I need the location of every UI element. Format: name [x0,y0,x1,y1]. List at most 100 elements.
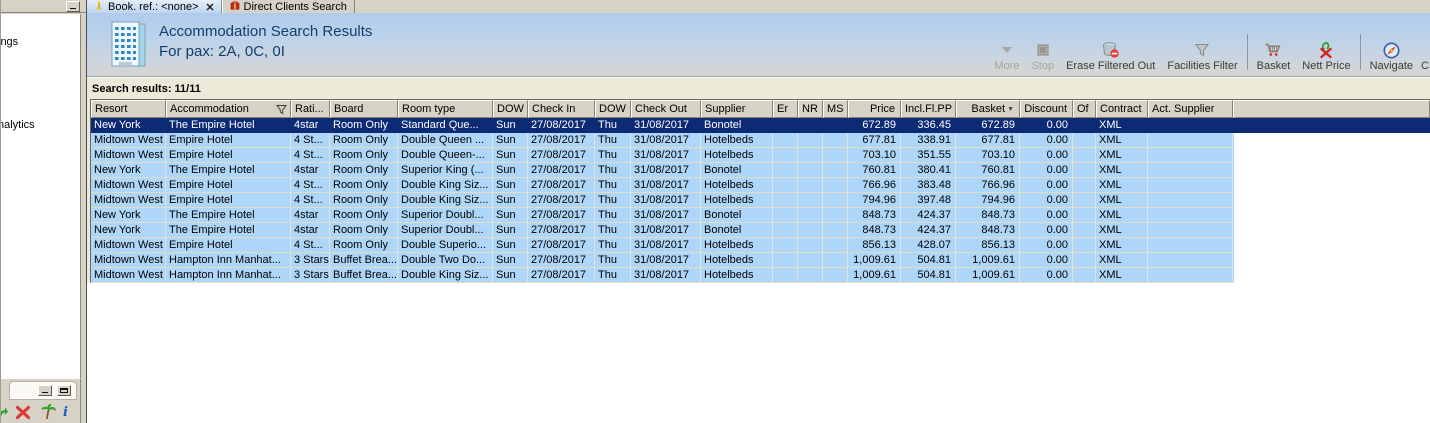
cell-of-17 [1073,163,1096,178]
red-x-icon[interactable] [15,405,31,420]
cell-basket-15: 677.81 [956,133,1020,148]
cell-board-3: Room Only [330,118,398,133]
basket-cart-icon [1264,41,1283,59]
cell-check-out-8: 31/08/2017 [631,223,701,238]
cell-supplier-9: Bonotel [701,163,773,178]
cell-board-3: Room Only [330,148,398,163]
cell-contract-18: XML [1096,268,1148,283]
cell-basket-15: 794.96 [956,193,1020,208]
cell-act-supplier-19 [1148,253,1233,268]
cell-contract-18: XML [1096,253,1148,268]
cell-accommodation-1: Empire Hotel [166,193,291,208]
column-header-contract-18[interactable]: Contract [1096,100,1148,118]
column-header-incl-fl-pp-14[interactable]: Incl.Fl.PP [901,100,956,118]
table-row[interactable]: Midtown West Empire Hotel 4 St... Room Only… [91,133,1234,148]
erase-filtered-out-button[interactable]: Erase Filtered Out [1060,39,1161,73]
column-header-check-out-8[interactable]: Check Out [631,100,701,118]
column-header-supplier-9[interactable]: Supplier [701,100,773,118]
page-title: Accommodation Search Results [159,23,373,40]
toolbar-button-label: Basket [1256,60,1291,72]
column-header-ms-12[interactable]: MS [823,100,848,118]
cell-basket-15: 672.89 [956,118,1020,133]
cell-rati-2: 3 Stars [291,268,330,283]
table-row[interactable]: New York The Empire Hotel 4star Room Only Su… [91,223,1234,238]
panel-maximize-button[interactable] [57,385,71,396]
table-row[interactable]: Midtown West Empire Hotel 4 St... Room Only… [91,238,1234,253]
cell-dow-7: Thu [595,208,631,223]
column-header-discount-16[interactable]: Discount [1020,100,1073,118]
cell-ms-12 [823,133,848,148]
navigate-button[interactable]: Navigate [1364,39,1419,73]
clipped-button[interactable]: C [1419,58,1430,73]
cell-rati-2: 4 St... [291,133,330,148]
column-header-resort-0[interactable]: Resort [91,100,166,118]
cell-resort-0: Midtown West [91,238,166,253]
column-header-of-17[interactable]: Of [1073,100,1096,118]
column-header-act-supplier-19[interactable]: Act. Supplier [1148,100,1233,118]
cell-accommodation-1: Empire Hotel [166,238,291,253]
table-row[interactable]: New York The Empire Hotel 4star Room Only St… [91,118,1430,133]
cell-supplier-9: Hotelbeds [701,238,773,253]
cell-ms-12 [823,268,848,283]
cell-er-10 [773,133,798,148]
cell-board-3: Room Only [330,223,398,238]
sidebar-collapse-button[interactable] [66,1,80,12]
cell-dow-7: Thu [595,118,631,133]
grid-body: New York The Empire Hotel 4star Room Only St… [91,118,1430,283]
minimize-icon [42,392,48,393]
column-header-basket-15[interactable]: Basket ▼ [956,100,1020,118]
cell-supplier-9: Hotelbeds [701,193,773,208]
left-sidebar: ings nalytics i [1,0,86,423]
tab-direct-clients-search[interactable]: Direct Clients Search [221,0,355,13]
facilities-filter-button[interactable]: Facilities Filter [1161,39,1243,73]
sidebar-item-bookings[interactable]: ings [1,36,18,48]
table-row[interactable]: Midtown West Empire Hotel 4 St... Room Only… [91,148,1234,163]
panel-minimize-button[interactable] [38,385,52,396]
column-header-room-type-4[interactable]: Room type [398,100,493,118]
sidebar-item-analytics[interactable]: nalytics [1,119,35,131]
cell-basket-15: 1,009.61 [956,253,1020,268]
sidebar-bottom-titlebar [9,381,77,400]
cell-price-13: 848.73 [848,223,901,238]
cell-resort-0: Midtown West [91,253,166,268]
undo-arrow-icon[interactable] [1,406,8,420]
cell-er-10 [773,148,798,163]
column-header-board-3[interactable]: Board [330,100,398,118]
column-header-check-in-6[interactable]: Check In [528,100,595,118]
nett-price-button[interactable]: Nett Price [1296,39,1356,73]
column-header-accommodation-1[interactable]: Accommodation [166,100,291,118]
table-row[interactable]: Midtown West Empire Hotel 4 St... Room Only… [91,193,1234,208]
cell-room-type-4: Standard Que... [398,118,493,133]
cell-nr-11 [798,163,823,178]
palm-tree-icon[interactable] [38,404,56,420]
table-row[interactable]: Midtown West Hampton Inn Manhat... 3 Stars… [91,268,1234,283]
column-header-price-13[interactable]: Price [848,100,901,118]
cell-ms-12 [823,223,848,238]
sidebar-bottom-panel: i [1,378,81,423]
column-header-dow-5[interactable]: DOW [493,100,528,118]
cell-accommodation-1: Hampton Inn Manhat... [166,253,291,268]
table-row[interactable]: New York The Empire Hotel 4star Room Only Su… [91,208,1234,223]
tab-close-icon[interactable] [205,2,214,11]
cell-of-17 [1073,208,1096,223]
basket-button[interactable]: Basket [1251,39,1297,73]
table-row[interactable]: Midtown West Empire Hotel 4 St... Room Only… [91,178,1234,193]
cell-ms-12 [823,253,848,268]
more-button[interactable]: More [988,39,1025,73]
cell-discount-16: 0.00 [1020,178,1073,193]
cell-accommodation-1: The Empire Hotel [166,208,291,223]
cell-check-out-8: 31/08/2017 [631,148,701,163]
column-header-nr-11[interactable]: NR [798,100,823,118]
table-row[interactable]: New York The Empire Hotel 4star Room Only Su… [91,163,1234,178]
info-icon[interactable]: i [63,405,68,420]
table-row[interactable]: Midtown West Hampton Inn Manhat... 3 Stars… [91,253,1234,268]
cell-check-out-8: 31/08/2017 [631,268,701,283]
cell-contract-18: XML [1096,133,1148,148]
cell-check-in-6: 27/08/2017 [528,178,595,193]
column-header-er-10[interactable]: Er [773,100,798,118]
stop-button[interactable]: Stop [1025,39,1060,73]
tab-booking-ref[interactable]: Book. ref.: <none> [87,0,222,13]
column-filter-icon[interactable] [275,104,288,117]
column-header-rati-2[interactable]: Rati... [291,100,330,118]
column-header-dow-7[interactable]: DOW [595,100,631,118]
